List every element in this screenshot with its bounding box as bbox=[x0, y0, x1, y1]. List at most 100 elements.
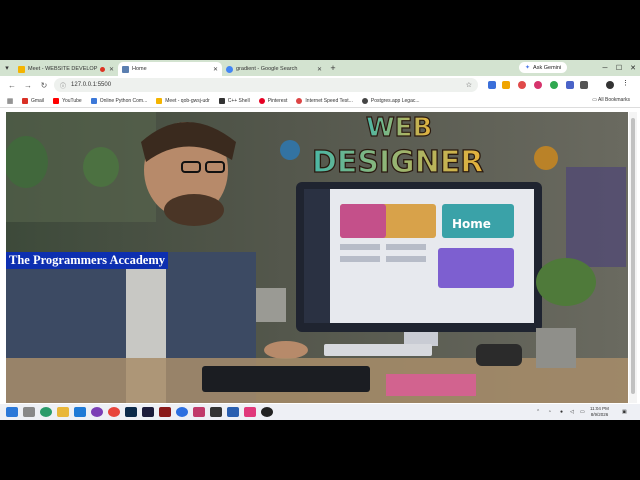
clock-date: 8/9/2026 bbox=[590, 412, 609, 417]
all-bookmarks-label: All Bookmarks bbox=[598, 97, 630, 103]
bookmark-meet[interactable]: Meet - qob-gwsj-udr bbox=[156, 97, 210, 104]
bluetooth-app-icon[interactable] bbox=[176, 407, 188, 417]
speaker-icon[interactable]: ◁ bbox=[570, 404, 574, 420]
bookmark-label: Postgres.app Legac... bbox=[370, 97, 420, 104]
reload-icon[interactable]: ↻ bbox=[36, 81, 52, 90]
lightroom-icon[interactable] bbox=[142, 407, 154, 417]
new-tab-button[interactable]: + bbox=[326, 63, 340, 73]
bookmark-label: C++ Shell bbox=[227, 97, 250, 104]
app-icon[interactable] bbox=[210, 407, 222, 417]
illustrator-icon[interactable] bbox=[159, 407, 171, 417]
python-icon bbox=[90, 97, 97, 104]
minimize-button[interactable]: ─ bbox=[598, 60, 612, 76]
file-explorer-icon[interactable] bbox=[57, 407, 69, 417]
site-info-icon[interactable]: ⓘ bbox=[60, 81, 66, 90]
vscode-icon[interactable] bbox=[74, 407, 86, 417]
google-favicon-icon bbox=[226, 65, 233, 73]
all-bookmarks-folder[interactable]: ▭ All Bookmarks bbox=[592, 97, 630, 103]
browser-toolbar: ← → ↻ ⓘ 127.0.0.1:5500 ☆ ⋮ bbox=[0, 76, 640, 94]
cpp-icon bbox=[218, 97, 225, 104]
bookmark-star-icon[interactable]: ☆ bbox=[466, 81, 472, 89]
ask-gemini-label: Ask Gemini bbox=[533, 64, 562, 71]
battery-icon[interactable]: ▭ bbox=[580, 404, 585, 420]
bookmark-label: Meet - qob-gwsj-udr bbox=[165, 97, 210, 104]
extension-icon[interactable] bbox=[488, 81, 496, 89]
page-favicon-icon bbox=[122, 65, 129, 73]
monitor-illustration: Home bbox=[296, 182, 542, 346]
scrollbar-thumb[interactable] bbox=[631, 118, 635, 394]
app-icon[interactable] bbox=[193, 407, 205, 417]
network-icon[interactable]: ◔ bbox=[548, 404, 551, 420]
extensions-puzzle-icon[interactable] bbox=[580, 81, 588, 89]
notifications-icon[interactable]: ▣ bbox=[622, 404, 627, 420]
bookmark-speed-test[interactable]: Internet Speed Test... bbox=[296, 97, 353, 104]
pinterest-icon bbox=[258, 97, 265, 104]
close-tab-icon[interactable]: ✕ bbox=[213, 66, 218, 73]
postgres-icon bbox=[361, 97, 368, 104]
bookmark-gmail[interactable]: Gmail bbox=[22, 97, 45, 104]
browser-tab-strip: ▾ Meet - WEBSITE DEVELOP ✕ Home ✕ gradie… bbox=[0, 60, 640, 76]
pencil-cup bbox=[536, 328, 576, 368]
drawing-tablet bbox=[202, 366, 370, 392]
taskbar-clock[interactable]: 11:04 PM 8/9/2026 bbox=[590, 406, 609, 418]
site-title: The Programmers Accademy bbox=[6, 252, 168, 269]
hero-word-web: WEB bbox=[366, 113, 432, 143]
back-arrow-icon[interactable]: ← bbox=[4, 81, 20, 90]
start-windows-icon[interactable] bbox=[6, 407, 18, 417]
edge-browser-icon[interactable] bbox=[40, 407, 52, 417]
app-icon[interactable] bbox=[227, 407, 239, 417]
forward-arrow-icon[interactable]: → bbox=[20, 81, 36, 90]
tab-search-icon[interactable]: ▾ bbox=[0, 60, 14, 76]
bookmark-online-python[interactable]: Online Python Com... bbox=[90, 97, 148, 104]
windows-taskbar: ⌃ ◔ ● ◁ ▭ 11:04 PM 8/9/2026 ▣ bbox=[0, 404, 640, 420]
bookmark-pinterest[interactable]: Pinterest bbox=[258, 97, 288, 104]
tab-home[interactable]: Home ✕ bbox=[118, 62, 222, 76]
task-view-icon[interactable] bbox=[23, 407, 35, 417]
close-window-button[interactable]: ✕ bbox=[626, 60, 640, 76]
hero-word-designer: DESIGNER bbox=[312, 145, 484, 180]
extension-icon[interactable] bbox=[566, 81, 574, 89]
microphone-icon[interactable]: ● bbox=[560, 404, 563, 420]
extension-icon[interactable] bbox=[502, 81, 510, 89]
tray-overflow-icon[interactable]: ⌃ bbox=[536, 404, 540, 420]
coffee-mug bbox=[476, 344, 522, 366]
close-tab-icon[interactable]: ✕ bbox=[317, 66, 322, 73]
monitor-card-home-text: Home bbox=[452, 217, 491, 231]
bookmark-label: Pinterest bbox=[267, 97, 288, 104]
app-icon[interactable] bbox=[244, 407, 256, 417]
pencil-holder bbox=[256, 288, 286, 322]
maximize-button[interactable]: ☐ bbox=[612, 60, 626, 76]
bookmark-youtube[interactable]: YouTube bbox=[53, 97, 82, 104]
bookmark-postgres[interactable]: Postgres.app Legac... bbox=[361, 97, 420, 104]
menu-dots-icon[interactable]: ⋮ bbox=[622, 79, 630, 87]
tab-meet[interactable]: Meet - WEBSITE DEVELOP ✕ bbox=[14, 62, 118, 76]
chrome-icon[interactable] bbox=[108, 407, 120, 417]
desktop-screen: ▾ Meet - WEBSITE DEVELOP ✕ Home ✕ gradie… bbox=[0, 60, 640, 420]
extension-icon[interactable] bbox=[550, 81, 558, 89]
bookmarks-bar: ▦ Gmail YouTube Online Python Com... Mee… bbox=[0, 94, 640, 108]
tab-label: Home bbox=[132, 66, 147, 72]
bookmark-label: YouTube bbox=[62, 97, 82, 104]
tab-label: gradient - Google Search bbox=[236, 66, 298, 72]
extension-icon[interactable] bbox=[534, 81, 542, 89]
bookmark-label: Online Python Com... bbox=[99, 97, 148, 104]
ask-gemini-button[interactable]: ✦ Ask Gemini bbox=[519, 62, 568, 73]
profile-avatar-icon[interactable] bbox=[606, 81, 614, 89]
speedtest-icon bbox=[296, 97, 303, 104]
bookmark-label: Internet Speed Test... bbox=[305, 97, 353, 104]
plant bbox=[536, 258, 596, 306]
extension-icon[interactable] bbox=[518, 81, 526, 89]
app-icon[interactable] bbox=[261, 407, 273, 417]
apps-grid-icon[interactable]: ▦ bbox=[0, 97, 20, 105]
page-scrollbar[interactable] bbox=[629, 112, 637, 403]
url-text[interactable]: 127.0.0.1:5500 bbox=[71, 82, 111, 88]
bookmark-cpp-shell[interactable]: C++ Shell bbox=[218, 97, 250, 104]
recording-indicator-icon bbox=[99, 66, 105, 72]
photoshop-icon[interactable] bbox=[125, 407, 137, 417]
youtube-icon bbox=[53, 97, 60, 104]
app-icon[interactable] bbox=[91, 407, 103, 417]
close-tab-icon[interactable]: ✕ bbox=[109, 66, 114, 73]
bookmark-label: Gmail bbox=[31, 97, 45, 104]
tab-google-search[interactable]: gradient - Google Search ✕ bbox=[222, 62, 326, 76]
address-bar[interactable]: ⓘ 127.0.0.1:5500 ☆ bbox=[54, 78, 478, 92]
